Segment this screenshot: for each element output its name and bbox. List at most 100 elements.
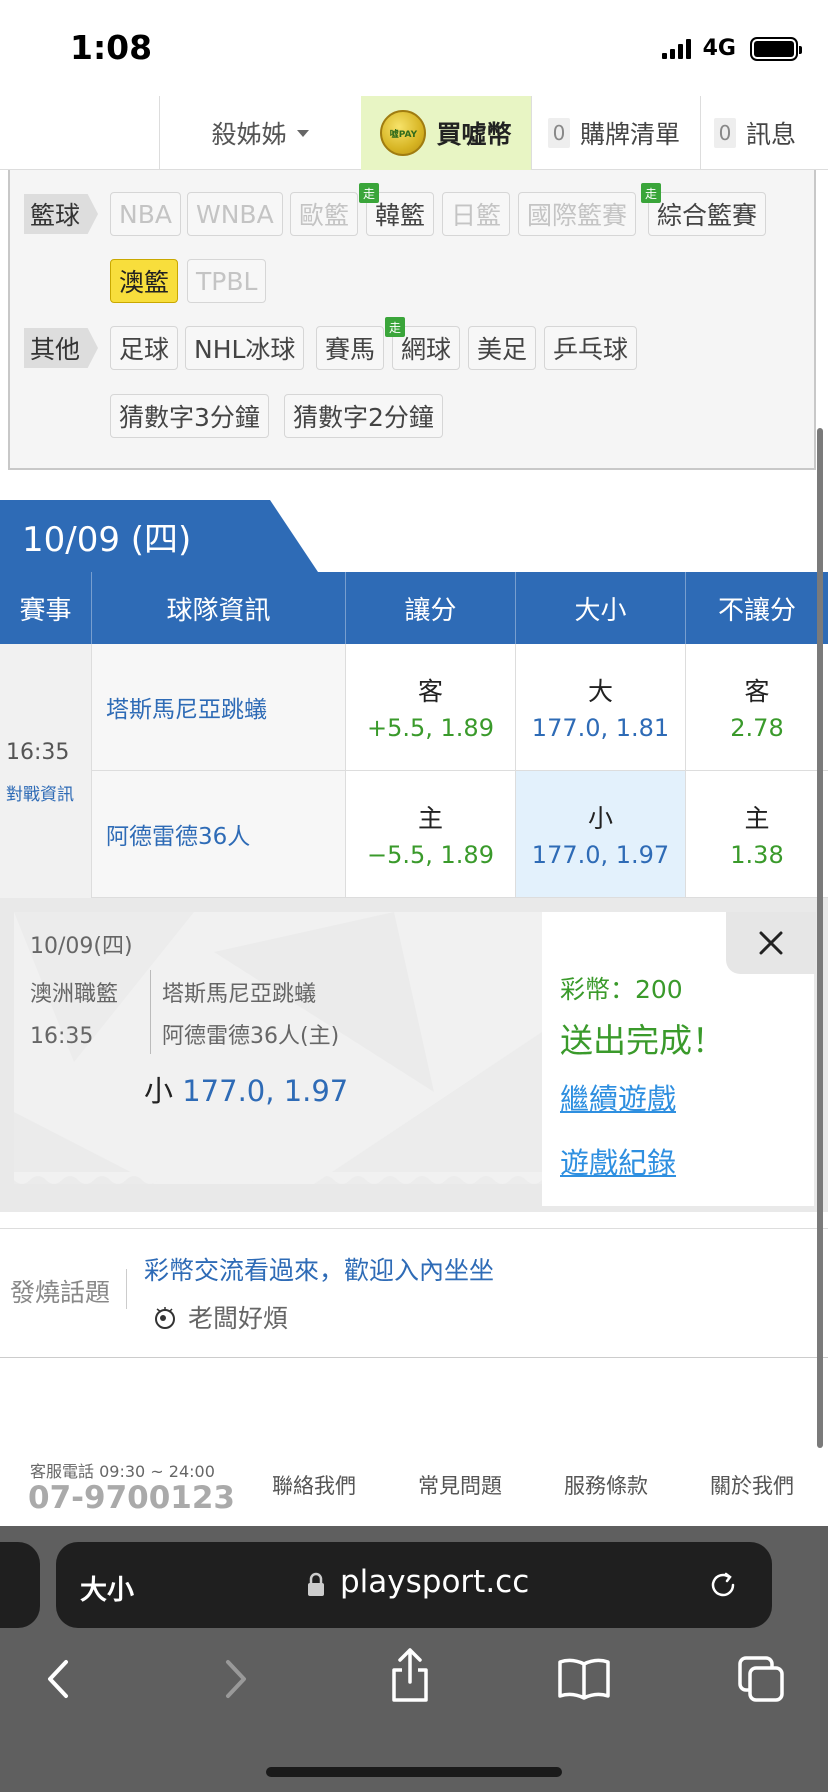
header-event: 賽事: [0, 572, 92, 644]
matchup-link[interactable]: 對戰資訊: [6, 780, 74, 805]
status-time: 1:08: [70, 28, 153, 67]
receipt-zigzag: [14, 1172, 542, 1184]
chip-nhl[interactable]: NHL冰球: [185, 326, 305, 370]
hot-topic-title[interactable]: 彩幣交流看過來，歡迎入內坐坐: [144, 1251, 494, 1287]
service-phone[interactable]: 07-9700123: [28, 1480, 235, 1516]
basketball-label: 籃球: [24, 194, 99, 234]
bet-moneyline-away[interactable]: 客 2.78: [686, 644, 828, 771]
table-header: 賽事 球隊資訊 讓分 大小 不讓分: [0, 572, 828, 644]
scrollbar[interactable]: [817, 428, 823, 1448]
home-indicator: [266, 1767, 562, 1777]
chip-korea-basketball[interactable]: 走 韓籃: [359, 183, 435, 236]
header-moneyline: 不讓分: [717, 595, 796, 626]
chip-nba[interactable]: NBA: [110, 192, 181, 236]
chip-aus-basketball[interactable]: 澳籃: [110, 259, 179, 303]
chip-japan-basketball[interactable]: 日籃: [442, 192, 511, 236]
hot-topic-divider: [126, 1269, 127, 1309]
header-spread: 讓分: [346, 572, 516, 644]
chip-soccer[interactable]: 足球: [110, 326, 179, 370]
submit-done: 送出完成！: [560, 1021, 725, 1060]
header-total: 大小: [516, 572, 686, 644]
signal-icon: [661, 38, 691, 59]
chip-american-football[interactable]: 美足: [468, 326, 537, 370]
buy-coin-label: 買噓幣: [436, 120, 512, 149]
network-type: 4G: [702, 36, 736, 61]
game-time: 16:35: [6, 740, 70, 765]
receipt-date: 10/09(四): [30, 934, 133, 959]
others-label: 其他: [24, 328, 99, 368]
tabs-icon[interactable]: [736, 1654, 786, 1704]
footer-terms-link[interactable]: 服務條款: [564, 1470, 648, 1500]
username: 殺姊姊: [211, 120, 287, 149]
walk-badge: 走: [359, 183, 379, 203]
url-domain: playsport.cc: [340, 1564, 530, 1600]
chip-table-tennis[interactable]: 乒乓球: [544, 326, 638, 370]
buy-coin-button[interactable]: 噓PAY 買噓幣: [361, 96, 531, 170]
cart-count: 0: [548, 118, 570, 148]
team-home[interactable]: 阿德雷德36人: [92, 771, 346, 898]
receipt-away: 塔斯馬尼亞跳蟻: [162, 982, 317, 1007]
receipt-time: 16:35: [30, 1024, 94, 1049]
share-icon[interactable]: [386, 1646, 434, 1704]
receipt-league: 澳洲職籃: [30, 982, 119, 1007]
category-panel: 籃球 NBA WNBA 歐籃 走 韓籃 日籃 國際籃賽 走 綜合籃賽 澳籃 TP…: [8, 170, 816, 470]
cart-button[interactable]: 0 購牌清單: [548, 96, 680, 170]
game-time-cell: 16:35 對戰資訊: [0, 644, 92, 898]
footer-about-link[interactable]: 關於我們: [710, 1470, 794, 1500]
top-nav: 殺姊姊 噓PAY 買噓幣 0 購牌清單 0 訊息: [0, 96, 828, 170]
chip-guess-3min[interactable]: 猜數字3分鐘: [110, 394, 269, 438]
avatar-icon: [155, 1307, 175, 1329]
bet-moneyline-home[interactable]: 主 1.38: [686, 771, 828, 898]
chip-horse-racing[interactable]: 賽馬: [316, 326, 385, 370]
hot-topic-section: 發燒話題 彩幣交流看過來，歡迎入內坐坐 老闆好煩: [0, 1228, 828, 1358]
hot-topic-label: 發燒話題: [10, 1278, 111, 1307]
bet-spread-home[interactable]: 主 −5.5, 1.89: [346, 771, 516, 898]
history-link[interactable]: 遊戲紀錄: [560, 1140, 676, 1182]
coin-pay-icon: 噓PAY: [380, 110, 427, 156]
messages-label: 訊息: [746, 120, 797, 149]
chip-guess-2min[interactable]: 猜數字2分鐘: [284, 394, 443, 438]
bet-total-under-selected[interactable]: 小 177.0, 1.97: [516, 771, 686, 898]
walk-badge: 走: [641, 183, 661, 203]
messages-button[interactable]: 0 訊息: [714, 96, 796, 170]
chip-tennis[interactable]: 走 網球: [385, 317, 461, 370]
caret-down-icon: [296, 129, 309, 137]
back-icon[interactable]: [40, 1656, 76, 1702]
continue-link[interactable]: 繼續遊戲: [560, 1076, 676, 1118]
bookmarks-icon[interactable]: [556, 1656, 612, 1700]
chip-combined-basketball[interactable]: 走 綜合籃賽: [641, 183, 767, 236]
bet-total-over[interactable]: 大 177.0, 1.81: [516, 644, 686, 771]
previous-tab-stub[interactable]: [0, 1542, 40, 1628]
service-hours: 客服電話 09:30 ~ 24:00: [30, 1462, 215, 1481]
chip-tpbl[interactable]: TPBL: [187, 259, 267, 303]
chip-euro-basketball[interactable]: 歐籃: [290, 192, 359, 236]
team-away[interactable]: 塔斯馬尼亞跳蟻: [92, 644, 346, 771]
game-table: 16:35 對戰資訊 塔斯馬尼亞跳蟻 客 +5.5, 1.89 大 177.0,…: [0, 644, 828, 898]
header-team: 球隊資訊: [92, 572, 346, 644]
reload-icon[interactable]: [706, 1568, 740, 1602]
walk-badge: 走: [385, 317, 405, 337]
status-indicators: 4G: [661, 36, 802, 61]
hot-topic-author: 老闆好煩: [152, 1299, 288, 1335]
user-menu[interactable]: 殺姊姊: [160, 96, 360, 170]
close-button[interactable]: [726, 912, 816, 974]
battery-icon: [750, 36, 802, 61]
forward-icon[interactable]: [218, 1656, 254, 1702]
footer-faq-link[interactable]: 常見問題: [418, 1470, 502, 1500]
message-count: 0: [714, 118, 736, 148]
bet-receipt: 10/09(四) 澳洲職籃 16:35 塔斯馬尼亞跳蟻 阿德雷德36人(主) 小…: [14, 912, 542, 1184]
chip-wnba[interactable]: WNBA: [187, 192, 283, 236]
footer-contact-link[interactable]: 聯絡我們: [272, 1470, 356, 1500]
receipt-pick: 小 177.0, 1.97: [144, 1074, 349, 1108]
date-tab: 10/09 (四): [0, 500, 318, 572]
cart-label: 購牌清單: [580, 120, 681, 149]
receipt-home: 阿德雷德36人(主): [162, 1024, 340, 1049]
receipt-divider: [150, 970, 151, 1054]
coin-balance: 彩幣：200: [560, 975, 683, 1004]
text-size-button[interactable]: 大小: [80, 1568, 134, 1607]
chip-intl-basketball[interactable]: 國際籃賽: [518, 192, 637, 236]
close-icon: [759, 931, 783, 955]
address-bar[interactable]: 大小 playsport.cc: [56, 1542, 772, 1628]
bet-spread-away[interactable]: 客 +5.5, 1.89: [346, 644, 516, 771]
lock-icon: [308, 1572, 324, 1596]
